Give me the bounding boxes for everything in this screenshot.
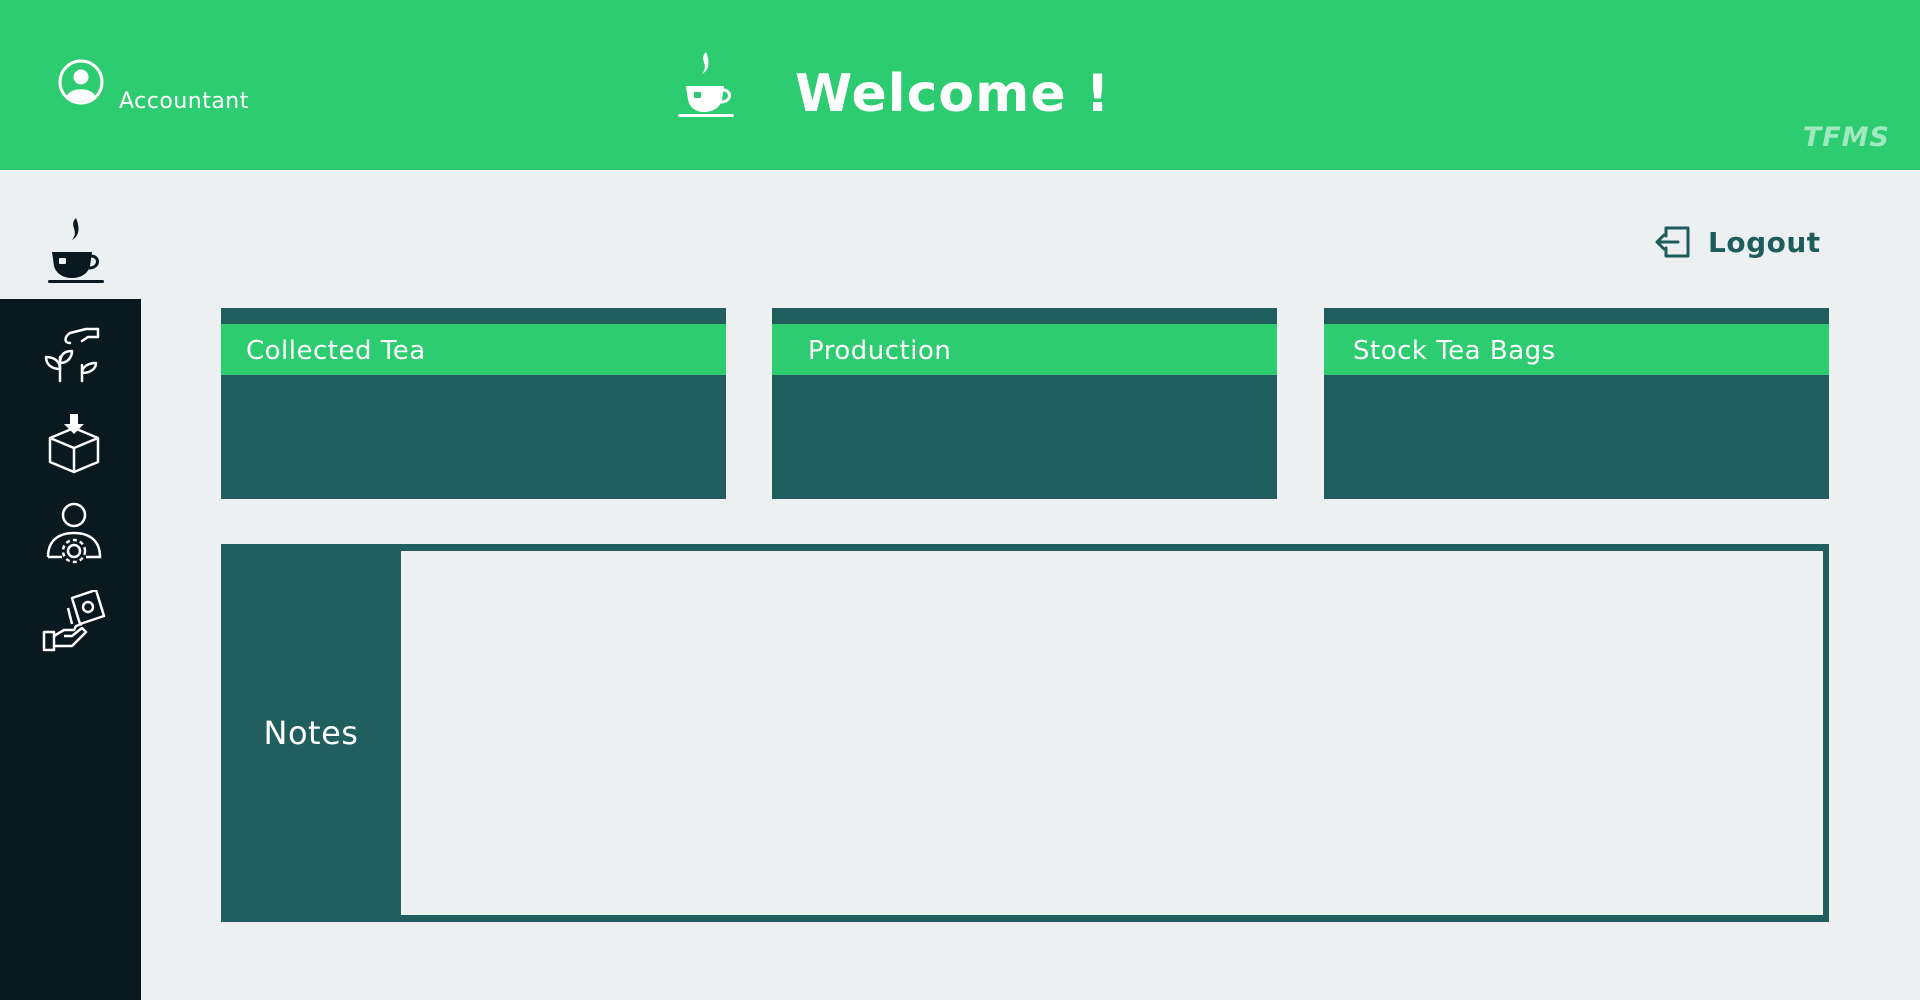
tea-cup-icon (678, 52, 734, 117)
header-bar: Accountant Welcome ! TFMS (0, 0, 1920, 170)
user-settings-icon[interactable] (42, 501, 106, 565)
card-title: Stock Tea Bags (1353, 336, 1556, 366)
card-stock-tea-bags[interactable]: Stock Tea Bags (1324, 308, 1829, 499)
card-production[interactable]: Production (772, 308, 1277, 499)
brand-logo: TFMS (1802, 122, 1890, 153)
card-header: Stock Tea Bags (1324, 324, 1829, 375)
notes-panel: Notes (221, 544, 1829, 922)
logout-button[interactable]: Logout (1654, 220, 1821, 264)
card-header: Collected Tea (221, 324, 726, 375)
card-title: Collected Tea (246, 336, 426, 366)
tea-cup-icon (48, 218, 104, 283)
sidebar-nav (0, 299, 141, 1000)
user-role-label: Accountant (119, 89, 249, 114)
notes-textarea[interactable] (401, 551, 1823, 915)
card-header: Production (772, 324, 1277, 375)
user-icon (58, 59, 104, 105)
plant-harvest-icon[interactable] (42, 323, 106, 387)
package-download-icon[interactable] (42, 412, 106, 476)
logout-icon (1655, 226, 1690, 258)
logout-label: Logout (1708, 225, 1821, 259)
sidebar-item-home[interactable] (0, 170, 141, 299)
notes-label: Notes (263, 714, 359, 752)
card-collected-tea[interactable]: Collected Tea (221, 308, 726, 499)
payment-hand-icon[interactable] (42, 590, 106, 654)
page-title: Welcome ! (795, 64, 1111, 124)
card-title: Production (808, 336, 952, 366)
